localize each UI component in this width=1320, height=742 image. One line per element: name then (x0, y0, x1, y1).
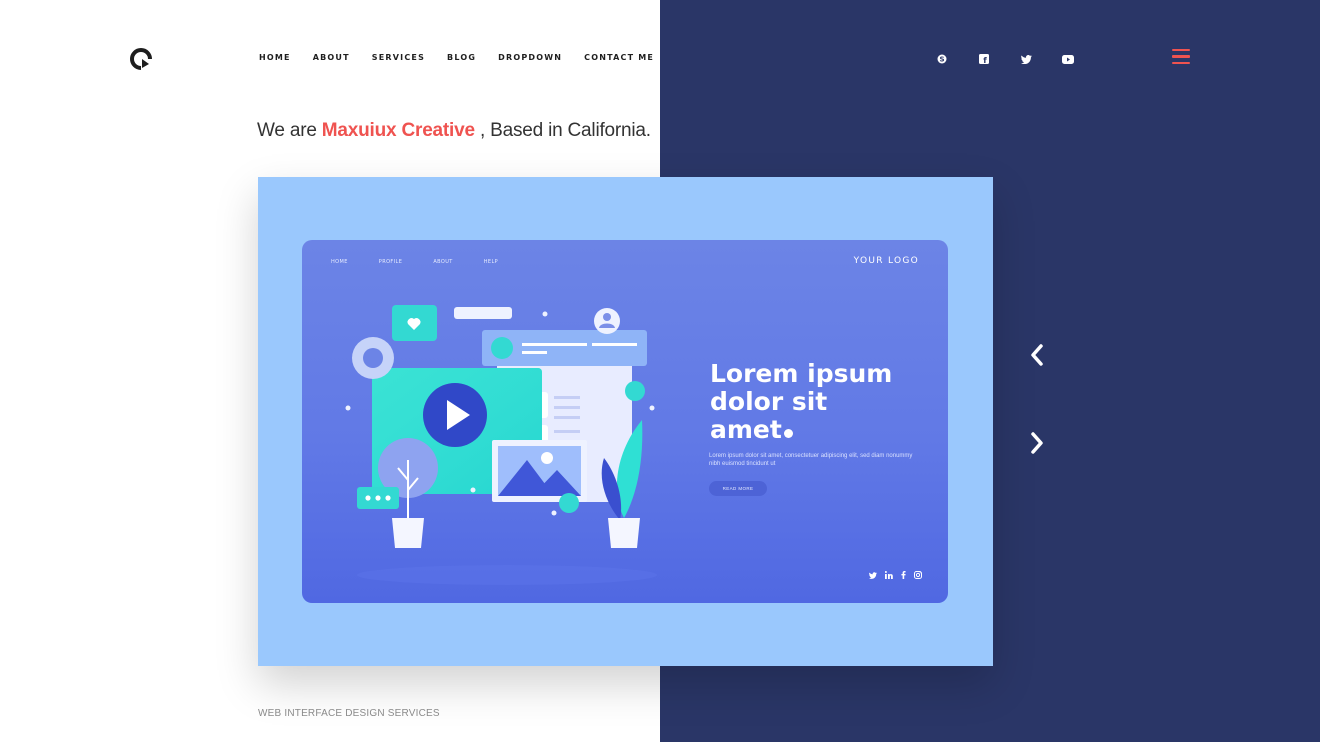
twitter-icon (869, 571, 877, 581)
tagline-brand: Maxuiux Creative (321, 120, 475, 141)
mockup-nav: HOME PROFILE ABOUT HELP (331, 259, 529, 265)
twitter-icon[interactable] (1018, 52, 1034, 66)
menu-icon[interactable] (1172, 49, 1190, 65)
skype-icon[interactable]: S (934, 52, 950, 66)
facebook-icon[interactable]: f (976, 52, 992, 66)
mockup-nav-about: ABOUT (433, 259, 453, 265)
portfolio-slide[interactable]: HOME PROFILE ABOUT HELP YOUR LOGO Lorem … (258, 177, 993, 666)
mockup-logo: YOUR LOGO (853, 256, 919, 266)
title-dot (783, 429, 793, 438)
landing-mockup: HOME PROFILE ABOUT HELP YOUR LOGO Lorem … (302, 240, 948, 603)
tagline-prefix: We are (257, 120, 322, 141)
instagram-icon (914, 571, 922, 581)
hero-tagline: We are Maxuiux Creative , Based in Calif… (257, 120, 651, 142)
svg-text:f: f (983, 56, 987, 64)
mockup-nav-home: HOME (331, 259, 348, 265)
header-social-links: S f (934, 52, 1076, 66)
mockup-title-line-3: amet (710, 415, 782, 444)
facebook-icon (901, 571, 906, 581)
nav-dropdown[interactable]: DROPDOWN (498, 53, 562, 63)
nav-contact-me[interactable]: CONTACT ME (584, 53, 654, 63)
svg-text:S: S (939, 56, 944, 64)
mockup-title-line-1: Lorem ipsum (710, 359, 893, 388)
mockup-title-line-2: dolor sit (710, 387, 828, 416)
main-nav: HOME ABOUT SERVICES BLOG DROPDOWN CONTAC… (259, 53, 676, 63)
mockup-nav-help: HELP (483, 259, 499, 265)
youtube-icon[interactable] (1060, 52, 1076, 66)
nav-services[interactable]: SERVICES (372, 53, 425, 63)
nav-blog[interactable]: BLOG (447, 53, 476, 63)
prev-arrow-icon[interactable] (1027, 343, 1047, 367)
tagline-suffix: , Based in California. (474, 120, 651, 141)
mockup-social-links (869, 571, 922, 581)
brand-logo[interactable] (130, 48, 152, 70)
next-arrow-icon[interactable] (1027, 431, 1047, 455)
mockup-hero-title: Lorem ipsum dolor sit amet (710, 360, 920, 444)
nav-about[interactable]: ABOUT (313, 53, 350, 63)
mockup-read-more-button: READ MORE (709, 481, 767, 496)
mockup-nav-profile: PROFILE (378, 259, 403, 265)
nav-home[interactable]: HOME (259, 53, 291, 63)
services-label: WEB INTERFACE DESIGN SERVICES (258, 708, 440, 719)
video-ui-illustration (345, 305, 657, 585)
mockup-hero-text: Lorem ipsum dolor sit amet, consectetuer… (709, 453, 913, 467)
linkedin-icon (884, 571, 893, 581)
